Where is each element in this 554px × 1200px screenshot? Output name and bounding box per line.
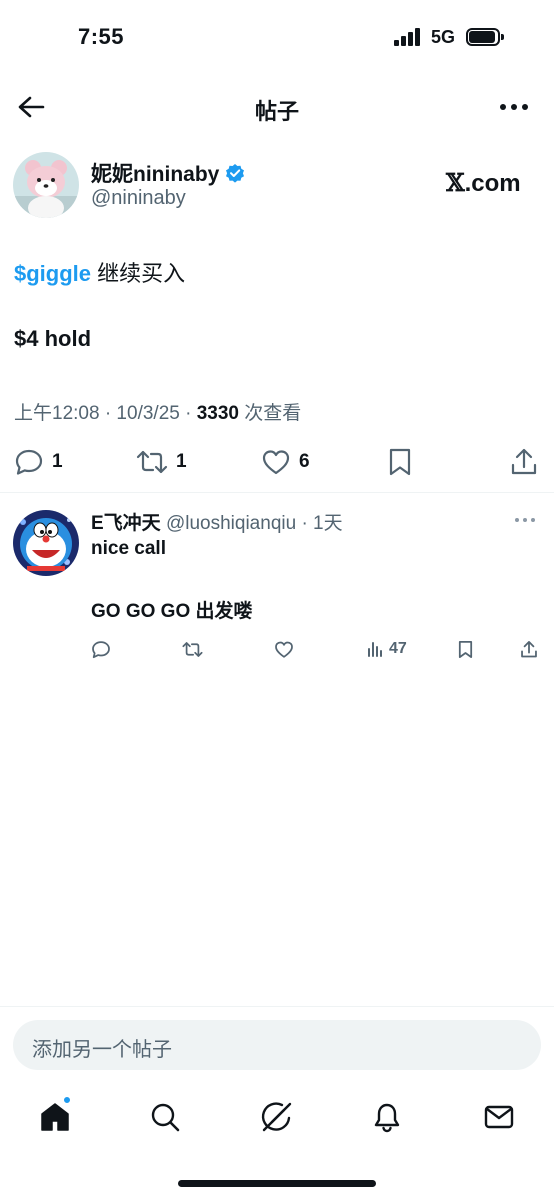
network-label: 5G [431,27,456,47]
post-text-line-1: $giggle 继续买入 [14,256,185,288]
reply-views-button[interactable]: 47 [367,636,407,662]
search-icon [151,1103,180,1132]
reply-header: E飞冲天 @luoshiqianqiu · 1天 [91,508,343,535]
cashtag-link[interactable]: $giggle [14,261,91,286]
page-title: 帖子 [254,99,299,124]
nav-notifications[interactable] [362,1092,412,1142]
home-indicator[interactable] [178,1180,376,1187]
status-bar: 7:55 5G [0,0,554,76]
reply-avatar[interactable] [13,510,79,576]
views-icon [368,642,382,657]
like-count: 6 [299,451,310,472]
reply-repost-button[interactable] [182,636,203,662]
more-options-button[interactable] [494,90,534,124]
composer-placeholder: 添加另一个帖子 [32,1039,172,1061]
nav-search[interactable] [140,1092,190,1142]
more-icon [515,518,535,522]
post-text-continuation: 继续买入 [91,261,186,286]
nav-grok[interactable] [252,1092,302,1142]
x-logo-icon: 𝕏 [446,168,465,197]
reply-button[interactable]: 1 [14,442,63,482]
divider [0,1006,554,1007]
post-timestamp[interactable]: 上午12:08 · 10/3/25 · [14,403,197,424]
divider [0,492,554,493]
top-bar: 帖子 [0,80,554,136]
author-handle[interactable]: @nininaby [91,187,186,210]
status-time: 7:55 [78,24,125,49]
repost-icon [182,641,203,657]
nav-messages[interactable] [474,1092,524,1142]
reply-actions: 47 [0,636,554,662]
reply-icon [92,640,110,658]
reply-reply-button[interactable] [91,636,111,662]
reply-text-line-2: GO GO GO 出发喽 [91,601,253,622]
cellular-signal-icon [394,28,422,46]
post-text-line-2: $4 hold [14,326,92,351]
reply-bookmark-button[interactable] [457,636,474,662]
battery-icon [466,28,504,46]
home-icon [41,1103,69,1131]
more-icon [500,104,528,110]
reply-handle-time[interactable]: @luoshiqianqiu · 1天 [161,513,343,534]
bookmark-icon [458,640,473,658]
reply-views-count: 47 [389,640,407,657]
reply-like-button[interactable] [274,636,294,662]
messages-icon [484,1105,514,1129]
like-button[interactable]: 6 [261,442,310,482]
verified-badge-icon [226,164,245,183]
repost-icon [136,450,168,474]
reply-author-name[interactable]: E飞冲天 [91,513,161,534]
nav-home[interactable] [30,1092,80,1142]
notifications-icon [374,1103,400,1133]
reply-more-button[interactable] [514,510,544,530]
source-label: 𝕏.com [446,168,521,198]
share-button[interactable] [510,442,538,482]
post-meta: 上午12:08 · 10/3/25 · 3330 次查看 [14,398,301,425]
views-count: 3330 [196,403,239,424]
reply-count: 1 [52,451,63,472]
bookmark-button[interactable] [387,442,413,482]
grok-icon [261,1102,292,1132]
bottom-nav [0,1092,554,1148]
heart-icon [262,450,290,475]
reply-text-line-1: nice call [91,538,166,559]
notification-dot [62,1095,72,1105]
repost-count: 1 [176,451,187,472]
heart-icon [275,641,293,658]
share-icon [511,448,537,475]
reply-icon [15,449,43,475]
share-icon [521,640,537,657]
source-domain: .com [464,170,521,197]
reply-composer[interactable]: 添加另一个帖子 [13,1020,541,1070]
author-name-row[interactable]: 妮妮nininaby [91,158,245,188]
repost-button[interactable]: 1 [136,442,187,482]
reply-share-button[interactable] [520,636,538,662]
post-actions: 1 1 6 [0,442,554,482]
author-avatar[interactable] [13,152,79,218]
bookmark-icon [389,448,411,476]
views-label: 次查看 [239,403,302,424]
author-name[interactable]: 妮妮nininaby [91,158,219,188]
